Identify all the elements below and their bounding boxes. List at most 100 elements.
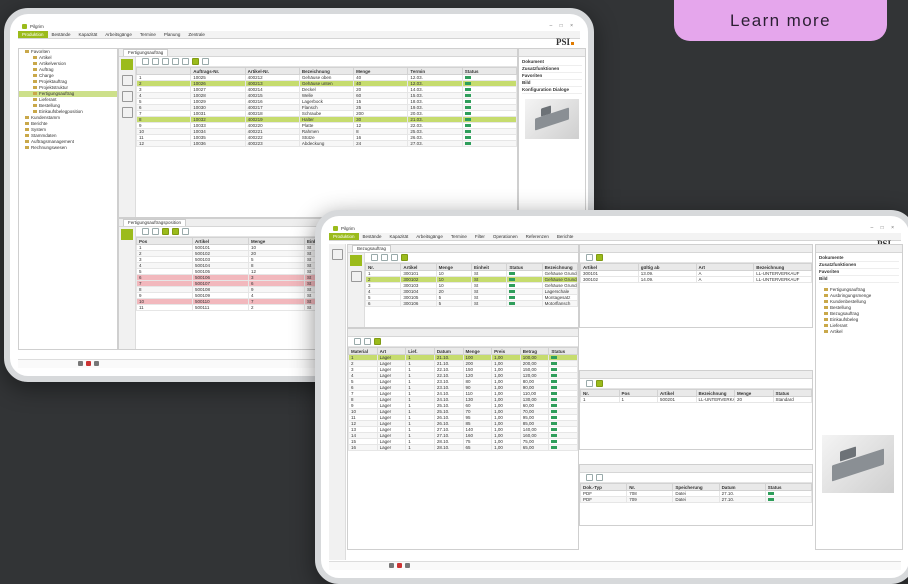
export-icon[interactable]	[202, 58, 209, 65]
column-header[interactable]: Menge	[734, 389, 774, 397]
table-row[interactable]: 11500201LL-UNTERVERKAUF20Standard	[580, 396, 812, 403]
column-header[interactable]: Bezeichnung	[695, 389, 735, 397]
column-header[interactable]: Menge	[435, 263, 472, 271]
print-icon[interactable]	[122, 107, 133, 118]
column-header[interactable]: Artikel-Nr.	[244, 67, 300, 75]
properties-section[interactable]: Zusatzfunktionen	[522, 66, 582, 73]
table-row[interactable]: 300102 14.09. A LL-UNTERVERKAUF	[580, 276, 812, 283]
properties-section[interactable]: Dokument	[522, 59, 582, 66]
column-header[interactable]: Termin	[407, 67, 463, 75]
column-header[interactable]: Art	[376, 347, 407, 355]
column-header[interactable]: Nr.	[626, 483, 674, 491]
new-icon[interactable]	[586, 380, 593, 387]
highlight-icon[interactable]	[596, 254, 603, 261]
highlight-icon[interactable]	[192, 58, 199, 65]
print-icon[interactable]	[94, 361, 99, 366]
new-icon[interactable]	[142, 58, 149, 65]
column-header[interactable]: Auftrags-Nr.	[190, 67, 246, 75]
column-header[interactable]: Status	[461, 67, 517, 75]
order-icon[interactable]	[121, 59, 133, 70]
copy-icon[interactable]	[391, 254, 398, 261]
list-icon[interactable]	[122, 91, 133, 102]
save-icon[interactable]	[381, 254, 388, 261]
schedule-icon[interactable]	[172, 228, 179, 235]
menu-item[interactable]: Bestände	[359, 233, 386, 240]
delete-icon[interactable]	[172, 58, 179, 65]
menu-item[interactable]: Produktion	[329, 233, 359, 240]
table-row[interactable]: 12 10036 400223 Abdeckung 24 27.03.	[135, 140, 517, 147]
menu-item[interactable]: Berichte	[553, 233, 578, 240]
save-icon[interactable]	[364, 338, 371, 345]
column-header[interactable]: Pos	[136, 237, 193, 245]
column-header[interactable]: Dok.-Typ	[580, 483, 628, 491]
properties-section[interactable]: Bild	[819, 276, 899, 283]
column-header[interactable]: Bezeichnung	[298, 67, 355, 75]
column-header[interactable]: Preis	[491, 347, 521, 355]
menu-item[interactable]: Bestände	[48, 31, 75, 38]
menu-item[interactable]: Termine	[136, 31, 160, 38]
filter-icon[interactable]	[122, 75, 133, 86]
tree-item[interactable]: Rechnungswesen	[19, 145, 117, 151]
column-header[interactable]: Datum	[433, 347, 464, 355]
alert-icon[interactable]	[397, 563, 402, 568]
save-icon[interactable]	[152, 58, 159, 65]
menu-item[interactable]: Operationen	[489, 233, 522, 240]
column-header[interactable]: Artikel	[192, 237, 249, 245]
favorite-item[interactable]: Artikel	[818, 329, 900, 335]
column-header[interactable]: Menge	[353, 67, 409, 75]
column-header[interactable]: Nr.	[364, 263, 402, 271]
attach-icon[interactable]	[596, 474, 603, 481]
order-icon[interactable]	[350, 255, 362, 266]
filter-icon[interactable]	[152, 228, 159, 235]
window-controls-b[interactable]: – □ ×	[871, 225, 898, 231]
column-header[interactable]: Bezeichnung	[753, 263, 812, 271]
menu-item[interactable]: Kapazität	[386, 233, 413, 240]
column-header[interactable]: Material	[348, 347, 378, 355]
menu-item[interactable]: Arbeitsgänge	[412, 233, 447, 240]
refresh-icon[interactable]	[182, 58, 189, 65]
new-icon[interactable]	[371, 254, 378, 261]
column-header[interactable]	[135, 67, 192, 75]
properties-section[interactable]: Bild	[522, 80, 582, 87]
menu-item[interactable]: Filter	[471, 233, 489, 240]
column-header[interactable]: Datum	[718, 483, 766, 491]
properties-section[interactable]: Favoriten	[522, 73, 582, 80]
menu-item[interactable]: Planung	[160, 31, 185, 38]
column-header[interactable]: Einheit	[470, 263, 508, 271]
table-row[interactable]: 6 300106 5 St Motorflansch	[364, 300, 578, 307]
menu-item[interactable]: Referenzen	[522, 233, 553, 240]
filter-icon[interactable]	[351, 271, 362, 282]
column-header[interactable]: Lief.	[405, 347, 435, 355]
column-header[interactable]: gültig ab	[637, 263, 697, 271]
menu-item[interactable]: Kapazität	[75, 31, 102, 38]
table-row[interactable]: PDF 709 Datei 27.10.	[580, 496, 812, 503]
alert-icon[interactable]	[86, 361, 91, 366]
new-icon[interactable]	[586, 474, 593, 481]
column-header[interactable]: Pos	[618, 389, 658, 397]
properties-section[interactable]: Dokumente	[819, 255, 899, 262]
table-row[interactable]: 16 Lager 1 28.10. 65 1,00 65,00	[348, 444, 578, 451]
properties-section[interactable]: Favoriten	[819, 269, 899, 276]
nav-icon[interactable]	[332, 249, 343, 260]
new-icon[interactable]	[586, 254, 593, 261]
user-icon[interactable]	[78, 361, 83, 366]
menu-item[interactable]: Zentrale	[184, 31, 209, 38]
position-icon[interactable]	[121, 229, 133, 240]
column-header[interactable]: Betrag	[519, 347, 550, 355]
column-header[interactable]: Menge	[248, 237, 305, 245]
chart-icon[interactable]	[182, 228, 189, 235]
properties-section[interactable]: Zusatzfunktionen	[819, 262, 899, 269]
highlight-icon[interactable]	[401, 254, 408, 261]
column-header[interactable]: Artikel	[400, 263, 437, 271]
new-icon[interactable]	[142, 228, 149, 235]
new-icon[interactable]	[354, 338, 361, 345]
column-header[interactable]: Art	[695, 263, 755, 271]
plan-icon[interactable]	[162, 228, 169, 235]
copy-icon[interactable]	[162, 58, 169, 65]
column-header[interactable]: Artikel	[580, 263, 639, 271]
menu-item[interactable]: Arbeitsgänge	[101, 31, 136, 38]
menu-item[interactable]: Termine	[447, 233, 471, 240]
column-header[interactable]: Status	[548, 347, 578, 355]
column-header[interactable]: Nr.	[580, 389, 620, 397]
highlight-icon[interactable]	[374, 338, 381, 345]
